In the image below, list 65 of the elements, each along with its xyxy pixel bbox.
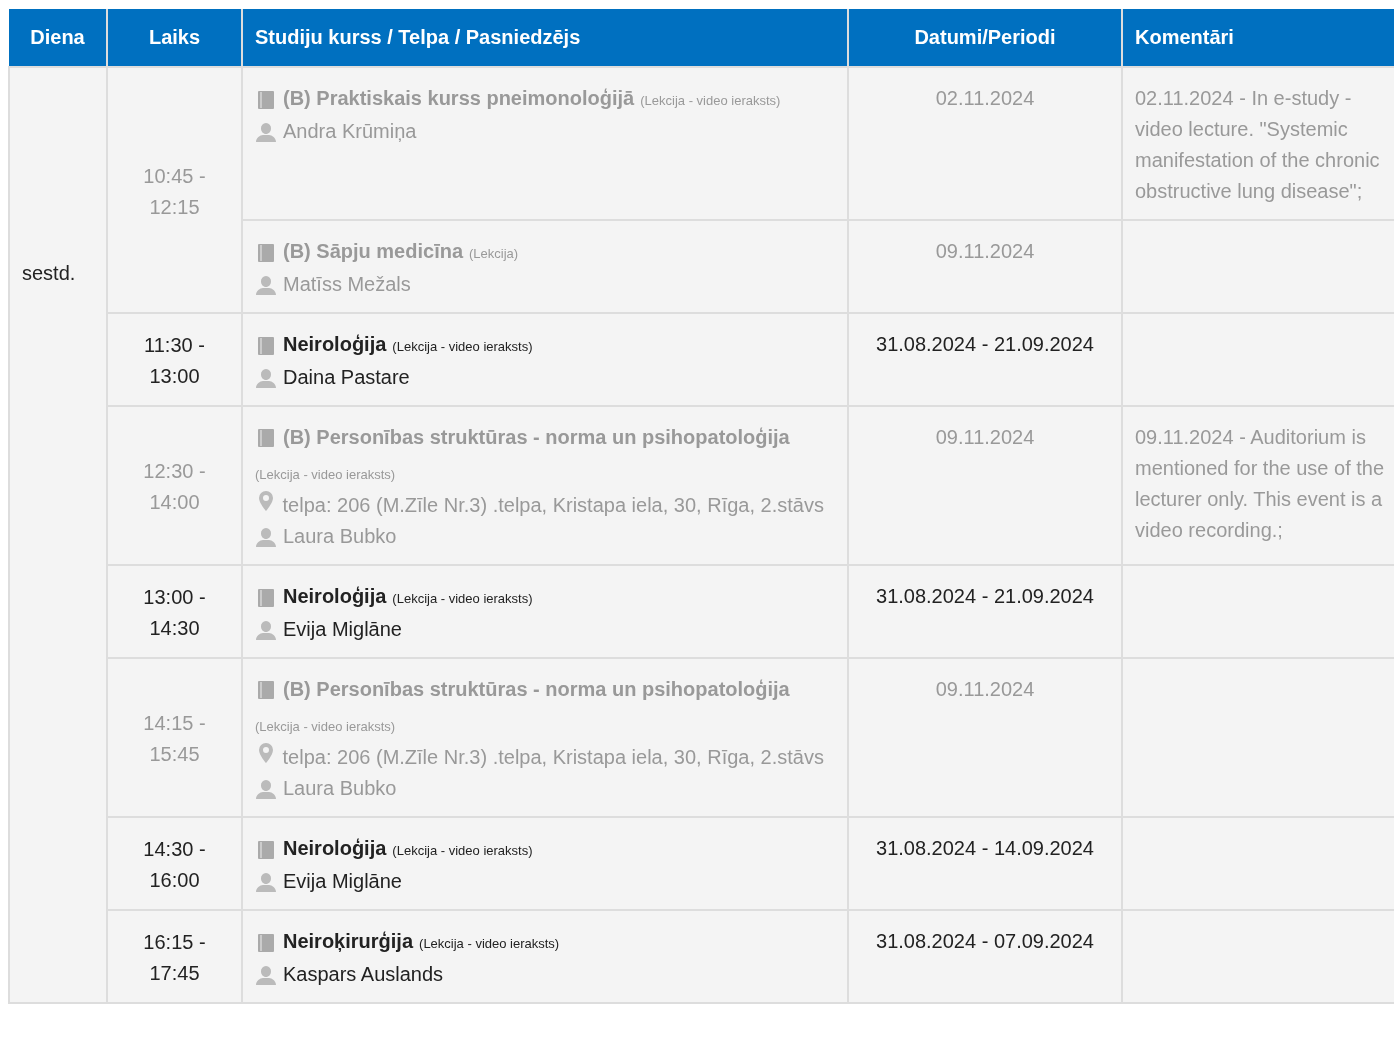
time-range: 11:30 - 13:00 xyxy=(143,333,206,389)
course-title: Neiroķirurģija xyxy=(283,929,414,954)
course-title: (B) Personības struktūras - norma un psihopatoloģija xyxy=(283,425,790,450)
book-icon xyxy=(255,241,277,264)
date-range: 09.11.2024 xyxy=(935,240,1035,262)
lesson-type: (Lekcija - video ieraksts) xyxy=(392,590,533,608)
room-location: telpa: 206 (M.Zīle Nr.3) .telpa, Kristapa iela, 30, Rīga, 2.stāvs xyxy=(282,494,824,516)
lesson-type: (Lekcija - video ieraksts) xyxy=(255,718,396,736)
room-location: telpa: 206 (M.Zīle Nr.3) .telpa, Kristapa iela, 30, Rīga, 2.stāvs xyxy=(282,746,824,768)
column-header: Studiju kurss / Telpa / Pasniedzējs xyxy=(242,9,848,67)
date-range: 31.08.2024 - 07.09.2024 xyxy=(876,930,1094,952)
lesson-type: (Lekcija) xyxy=(469,245,519,263)
course-title: Neiroloģija xyxy=(283,332,387,357)
person-icon xyxy=(255,525,277,548)
person-icon xyxy=(255,870,277,893)
date-range: 31.08.2024 - 14.09.2024 xyxy=(876,837,1094,859)
book-icon xyxy=(255,426,277,449)
lesson-type: (Lekcija - video ieraksts) xyxy=(640,92,781,110)
lesson-type: (Lekcija - video ieraksts) xyxy=(392,842,533,860)
lecturer-name: Laura Bubko xyxy=(283,776,397,801)
date-range: 31.08.2024 - 21.09.2024 xyxy=(876,333,1094,355)
person-icon xyxy=(255,963,277,986)
book-icon xyxy=(255,334,277,357)
time-range: 14:30 - 16:00 xyxy=(142,837,207,893)
lecturer-name: Andra Krūmiņa xyxy=(283,119,417,144)
date-range: 09.11.2024 xyxy=(935,678,1035,700)
comment-text: 09.11.2024 - Auditorium is mentioned for the use of the lecturer only. This event is a video recording.; xyxy=(1135,426,1385,541)
column-header: Laiks xyxy=(107,9,242,67)
lesson-type: (Lekcija - video ieraksts) xyxy=(255,466,396,484)
book-icon xyxy=(255,586,277,609)
time-range: 13:00 - 14:30 xyxy=(142,585,207,641)
book-icon xyxy=(255,838,277,861)
book-icon xyxy=(255,678,277,701)
course-title: Neiroloģija xyxy=(283,584,387,609)
lecturer-name: Laura Bubko xyxy=(283,524,397,549)
column-header: Datumi/Periodi xyxy=(848,9,1122,67)
lecturer-name: Daina Pastare xyxy=(283,365,410,390)
date-range: 31.08.2024 - 21.09.2024 xyxy=(876,585,1094,607)
date-range: 09.11.2024 xyxy=(935,426,1035,448)
course-title: (B) Personības struktūras - norma un psihopatoloģija xyxy=(283,677,790,702)
person-icon xyxy=(255,120,277,143)
time-range: 14:15 - 15:45 xyxy=(142,711,207,767)
lecturer-name: Kaspars Auslands xyxy=(283,962,444,987)
date-range: 02.11.2024 xyxy=(935,87,1035,109)
column-header: Komentāri xyxy=(1122,9,1394,67)
book-icon xyxy=(255,931,277,954)
lecturer-name: Matīss Mežals xyxy=(283,272,411,297)
book-icon xyxy=(255,88,277,111)
time-range: 16:15 - 17:45 xyxy=(142,930,207,986)
time-range: 10:45 - 12:15 xyxy=(142,163,207,220)
comment-text: 02.11.2024 - In e-study - video lecture. "Systemic manifestation of the chronic obstructive lung disease"; xyxy=(1135,87,1380,202)
lesson-type: (Lekcija - video ieraksts) xyxy=(392,338,533,356)
time-range: 12:30 - 14:00 xyxy=(142,459,207,515)
lecturer-name: Evija Miglāne xyxy=(283,869,402,894)
course-title: Neiroloģija xyxy=(283,836,387,861)
day-label: sestd. xyxy=(22,261,77,286)
column-header: Diena xyxy=(9,9,107,67)
person-icon xyxy=(255,777,277,800)
person-icon xyxy=(255,618,277,641)
course-title: (B) Sāpju medicīna xyxy=(283,239,464,264)
person-icon xyxy=(255,273,277,296)
person-icon xyxy=(255,366,277,389)
course-title: (B) Praktiskais kurss pneimonoloģijā xyxy=(283,86,635,111)
lecturer-name: Evija Miglāne xyxy=(283,617,402,642)
lesson-type: (Lekcija - video ieraksts) xyxy=(419,935,560,953)
